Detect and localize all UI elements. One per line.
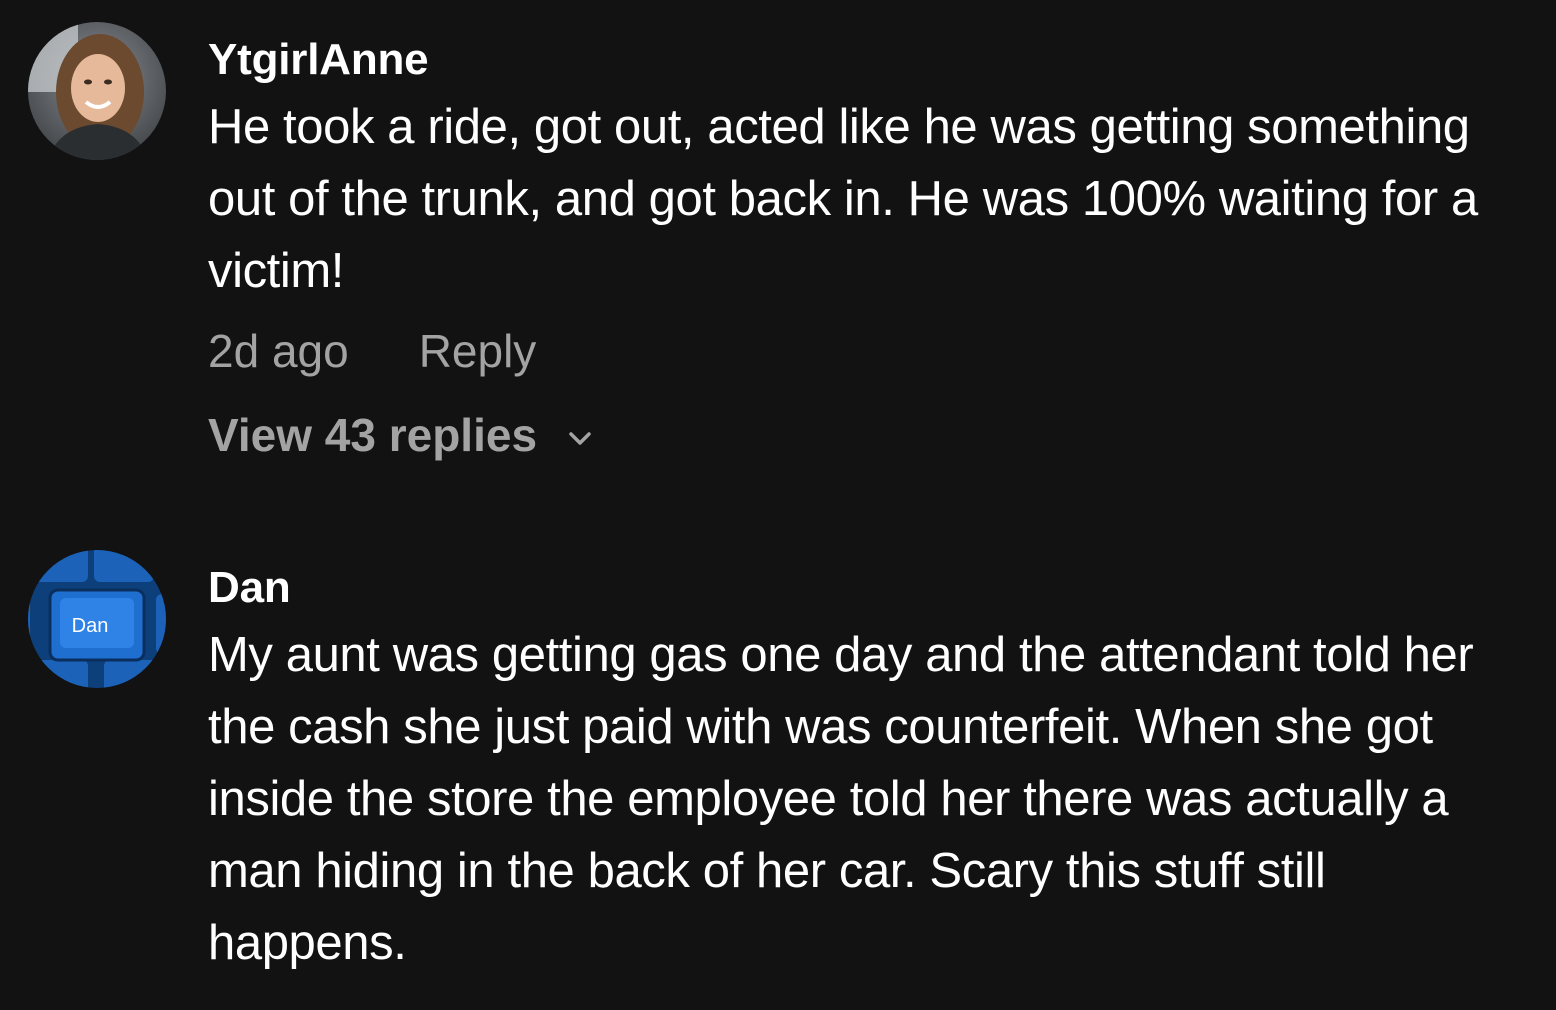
avatar-key-label: Dan [72,615,109,637]
avatar[interactable] [28,22,166,160]
avatar-photo-icon [28,22,166,160]
view-replies-label: View 43 replies [208,409,538,461]
comment-text: My aunt was getting gas one day and the … [208,628,1474,970]
comment-body: YtgirlAnne He took a ride, got out, acte… [208,34,1536,463]
keyboard-key-icon: Dan [28,550,166,688]
reply-button[interactable]: Reply [419,321,537,381]
comment-meta: 2d ago Reply [208,321,1536,381]
view-replies-button[interactable]: View 43 replies [208,407,1536,463]
comment-username[interactable]: YtgirlAnne [208,34,1536,86]
comment-username[interactable]: Dan [208,562,1536,614]
comment-body: Dan My aunt was getting gas one day and … [208,562,1536,979]
avatar[interactable]: Dan [28,550,166,688]
comment-text: He took a ride, got out, acted like he w… [208,100,1478,298]
comment-timestamp: 2d ago [208,325,349,377]
chevron-down-icon [569,432,591,445]
